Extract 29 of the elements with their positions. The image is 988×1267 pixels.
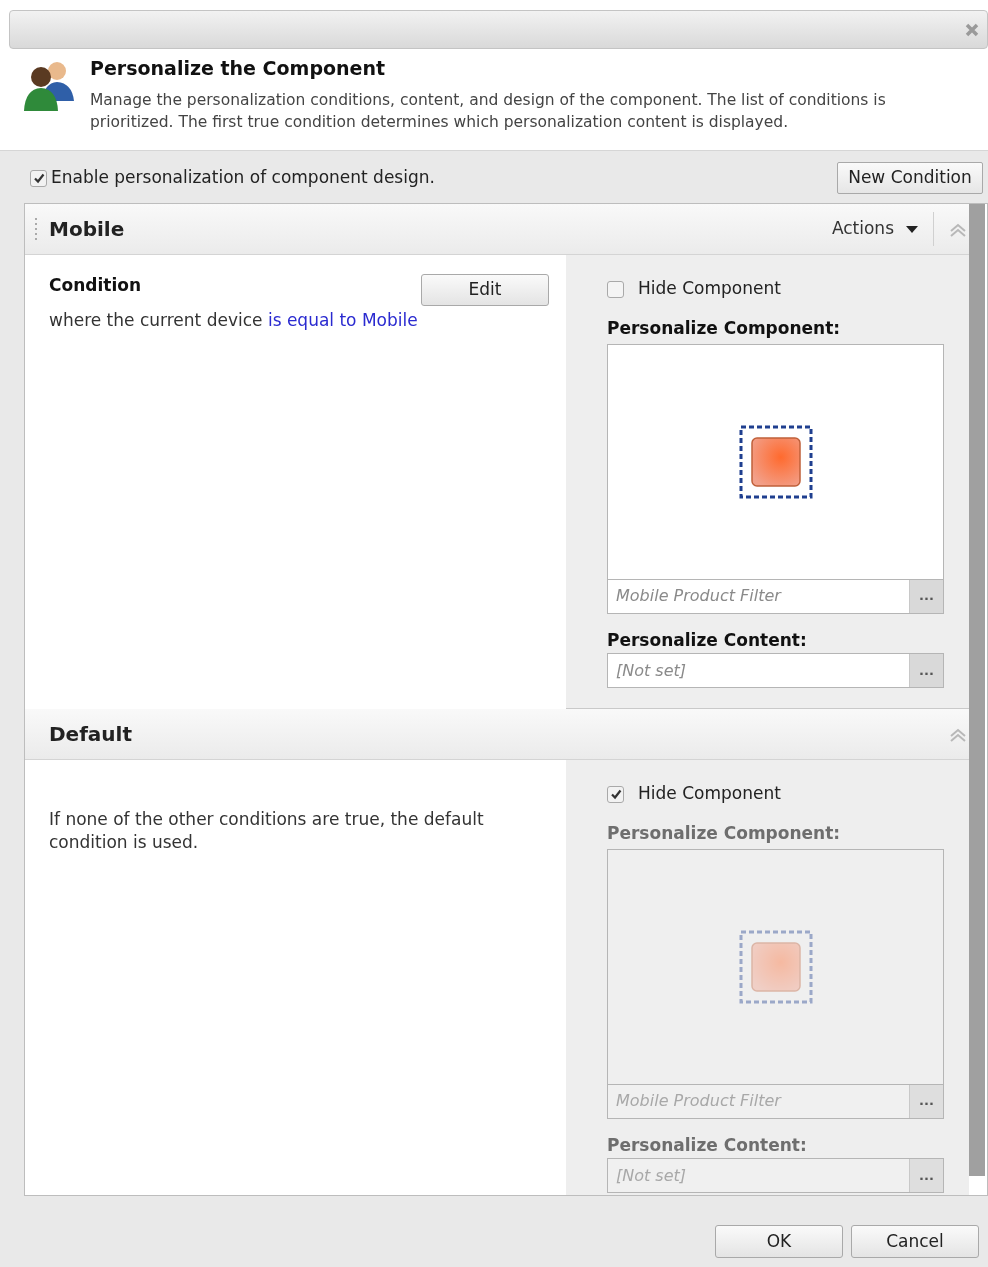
default-condition-text: If none of the other conditions are true, the default condition is used.: [49, 808, 485, 854]
condition-link[interactable]: is equal to Mobile: [267, 309, 418, 330]
personalize-content-label: Personalize Content:: [607, 1133, 808, 1157]
hide-component-checkbox[interactable]: [607, 280, 624, 298]
scrollbar[interactable]: [969, 204, 985, 1176]
personalize-component-label: Personalize Component:: [607, 822, 842, 845]
edit-button[interactable]: Edit: [421, 274, 549, 306]
cancel-button[interactable]: Cancel: [851, 1225, 979, 1258]
dialog-title: Personalize the Component: [90, 56, 387, 81]
caret-icon: [906, 225, 918, 233]
collapse-icon[interactable]: [949, 728, 967, 742]
drag-handle-icon[interactable]: [34, 218, 38, 240]
condition-name: Mobile: [49, 216, 125, 243]
hide-component-label: Hide Component: [638, 277, 781, 301]
personalize-component-label: Personalize Component:: [607, 317, 842, 340]
ok-button[interactable]: OK: [715, 1225, 843, 1258]
collapse-icon[interactable]: [949, 223, 967, 237]
enable-label: Enable personalization of component design.: [51, 166, 435, 190]
dialog-description: Manage the personalization conditions, content, and design of the component. The list of conditions is prioritized. The first true condition determines which personalization content is displayed.: [90, 89, 887, 133]
actions-button[interactable]: Actions: [831, 216, 918, 242]
hide-component-checkbox[interactable]: [607, 785, 624, 803]
close-icon: [965, 22, 979, 37]
condition-text: where the current device is equal to Mobile: [49, 308, 418, 332]
new-condition-button[interactable]: New Condition: [837, 162, 983, 194]
enable-checkbox[interactable]: [30, 169, 47, 187]
condition-name: Default: [49, 721, 133, 748]
personalize-content-label: Personalize Content:: [607, 628, 808, 652]
hide-component-label: Hide Component: [638, 782, 781, 806]
condition-heading: Condition: [49, 274, 142, 297]
